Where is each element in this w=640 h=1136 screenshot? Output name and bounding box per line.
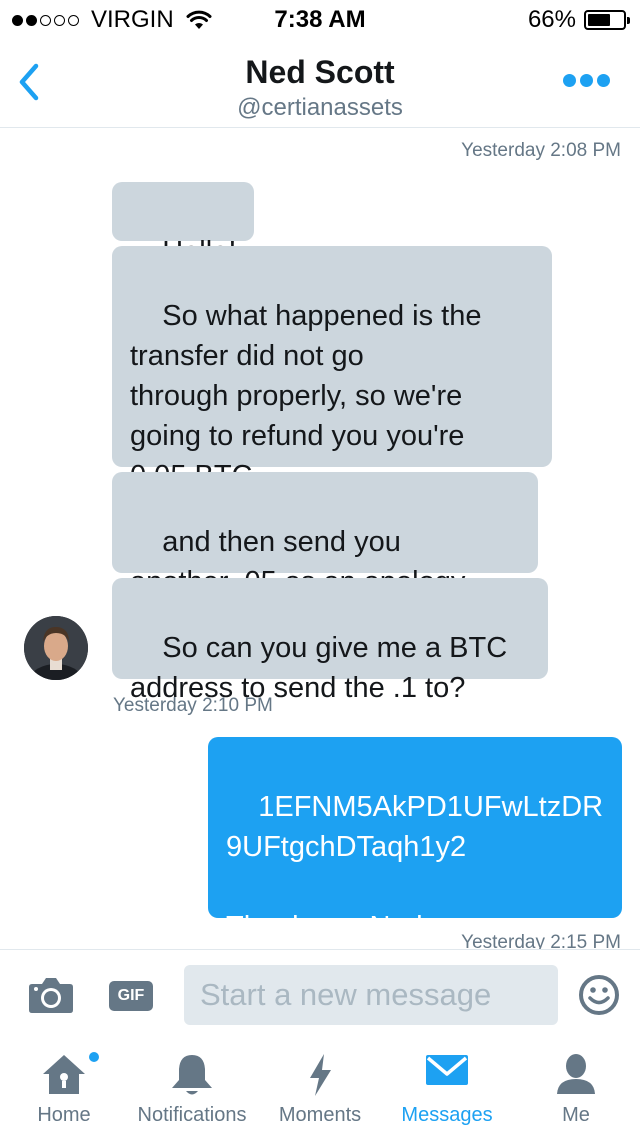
tab-messages[interactable]: Messages xyxy=(392,1040,502,1136)
avatar-image xyxy=(24,616,88,680)
conversation-header: Ned Scott @certianassets xyxy=(0,40,640,128)
home-icon xyxy=(43,1055,85,1094)
avatar[interactable] xyxy=(24,616,88,680)
received-message[interactable]: So what happened is the transfer did not… xyxy=(112,246,552,492)
tab-notifications[interactable]: Notifications xyxy=(128,1040,256,1136)
message-text: So what happened is the transfer did not… xyxy=(130,300,482,492)
tab-label: Home xyxy=(37,1104,91,1126)
lightning-icon xyxy=(310,1054,331,1096)
timestamp: Yesterday 2:08 PM xyxy=(461,140,621,161)
camera-icon[interactable] xyxy=(28,976,74,1014)
emoji-icon[interactable] xyxy=(578,974,620,1016)
notification-dot xyxy=(89,1052,99,1062)
envelope-icon xyxy=(426,1055,468,1085)
timestamp: Yesterday 2:10 PM xyxy=(113,695,273,716)
received-message[interactable]: So can you give me a BTC address to send… xyxy=(112,578,548,704)
tab-label: Moments xyxy=(278,1104,362,1126)
battery-fill xyxy=(588,14,611,26)
received-message[interactable]: and then send you another .05 as an apol… xyxy=(112,472,538,598)
battery-icon xyxy=(584,10,630,30)
message-text: So can you give me a BTC address to send… xyxy=(130,632,508,704)
tab-label: Me xyxy=(562,1104,590,1126)
contact-handle[interactable]: @certianassets xyxy=(0,94,640,122)
message-text: 1EFNM5AkPD1UFwLtzDR 9UFtgchDTaqh1y2 Than… xyxy=(226,791,604,943)
tab-bar: Home Notifications Moments Messages Me xyxy=(0,1040,640,1136)
bell-icon xyxy=(172,1055,212,1095)
status-bar: VIRGIN 7:38 AM 66% xyxy=(0,0,640,40)
received-message[interactable]: Hello! xyxy=(112,182,255,268)
message-input[interactable] xyxy=(184,965,558,1025)
message-thread[interactable]: Yesterday 2:08 PM Hello! So what happene… xyxy=(0,129,640,949)
gif-button[interactable]: GIF xyxy=(109,981,153,1011)
tab-home[interactable]: Home xyxy=(14,1040,114,1136)
timestamp: Yesterday 2:15 PM xyxy=(461,932,621,949)
tab-me[interactable]: Me xyxy=(536,1040,616,1136)
person-icon xyxy=(557,1054,595,1094)
tab-label: Notifications xyxy=(137,1104,247,1126)
tab-label: Messages xyxy=(401,1104,493,1126)
contact-name[interactable]: Ned Scott xyxy=(0,54,640,91)
message-composer: GIF xyxy=(0,949,640,1039)
sent-message[interactable]: 1EFNM5AkPD1UFwLtzDR 9UFtgchDTaqh1y2 Than… xyxy=(208,737,622,943)
tab-moments[interactable]: Moments xyxy=(270,1040,370,1136)
status-right: 66% xyxy=(527,6,630,34)
more-options-icon[interactable] xyxy=(563,74,610,87)
battery-percent: 66% xyxy=(527,6,576,33)
